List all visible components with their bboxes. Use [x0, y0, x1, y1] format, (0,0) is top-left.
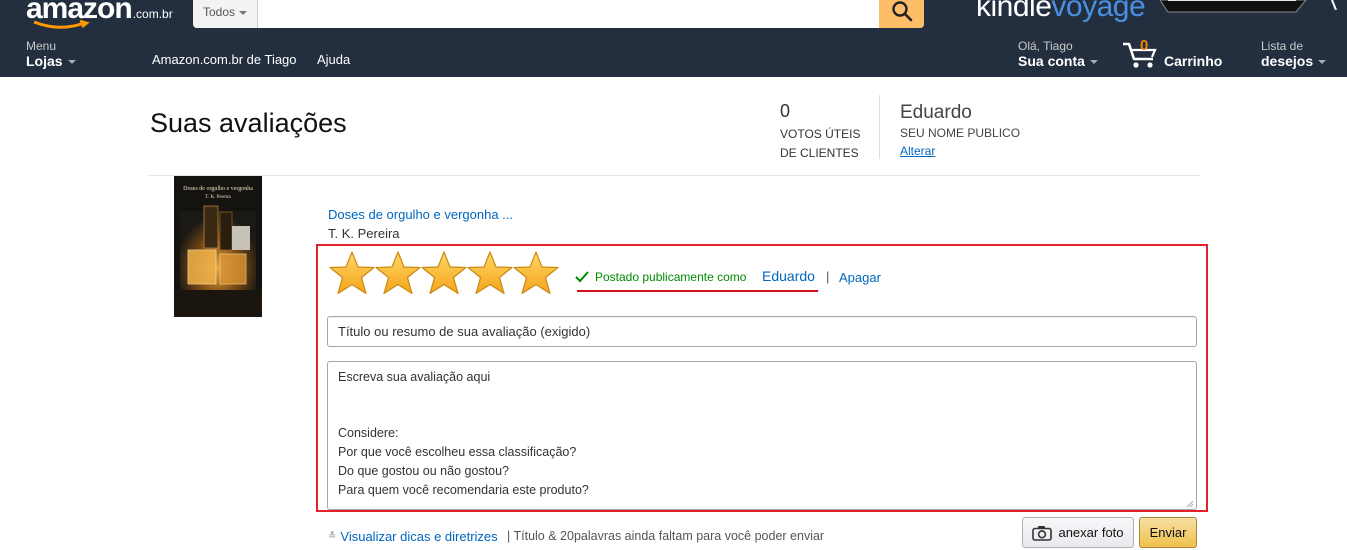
search-button[interactable] [879, 0, 924, 28]
chevron-down-icon [67, 60, 76, 65]
change-name-link[interactable]: Alterar [900, 144, 935, 158]
menu-small-label: Menu [26, 39, 57, 53]
camera-icon [1032, 525, 1053, 541]
chevron-down-icon [239, 10, 248, 15]
review-body-textarea[interactable] [327, 361, 1197, 510]
cart-count-badge: 0 [1140, 37, 1149, 54]
kindle-voyage-promo[interactable]: kindlevoyage [976, 0, 1146, 24]
chevron-double-down-icon: ≛ [328, 531, 337, 542]
submit-review-label: Enviar [1149, 525, 1187, 540]
star-icon[interactable] [513, 250, 559, 296]
shop-menu[interactable]: Lojas [26, 53, 76, 69]
product-author: T. K. Pereira [328, 226, 400, 241]
book-cover-image[interactable]: Doses de orgulho e vergonha T. K. Pereir… [174, 176, 262, 317]
promo-kindle-text: kindle [976, 0, 1052, 23]
helpful-votes-count: 0 [780, 101, 791, 121]
resize-handle-icon[interactable] [1185, 499, 1194, 508]
kindle-device-image [1159, 0, 1307, 13]
attach-photo-button[interactable]: anexar foto [1022, 517, 1134, 548]
delete-review-link[interactable]: Apagar [839, 270, 881, 285]
review-title-input[interactable] [327, 316, 1197, 347]
promo-voyage-text: voyage [1051, 0, 1146, 23]
helpful-votes-label-line1: VOTOS ÚTEIS [780, 127, 861, 141]
remaining-requirements-text: | Título & 20palavras ainda faltam para … [507, 529, 825, 543]
view-tips-label: Visualizar dicas e diretrizes [340, 529, 498, 544]
search-icon [891, 1, 912, 22]
chevron-down-icon [1318, 60, 1327, 65]
star-rating[interactable] [329, 250, 559, 296]
submit-review-button[interactable]: Enviar [1139, 517, 1197, 548]
wishlist-small-label: Lista de [1261, 39, 1304, 53]
posted-text: Postado publicamente como [595, 270, 747, 284]
cart-link[interactable]: Carrinho [1164, 53, 1222, 69]
separator: | [826, 269, 830, 284]
wishlist-menu[interactable]: desejos [1261, 53, 1327, 69]
shop-menu-label: Lojas [26, 53, 63, 69]
helpful-votes-label-line2: DE CLIENTES [780, 146, 859, 160]
search-category-label: Todos [203, 5, 236, 19]
logo-tld: .com.br [132, 7, 173, 21]
star-icon[interactable] [329, 250, 375, 296]
star-icon[interactable] [421, 250, 467, 296]
search-category-dropdown[interactable]: Todos [193, 0, 258, 28]
public-name: Eduardo [900, 102, 972, 123]
posted-underline-annotation [577, 290, 818, 292]
view-tips-link[interactable]: ≛ Visualizar dicas e diretrizes [328, 529, 498, 544]
cover-author-text: T. K. Pereira [205, 195, 231, 200]
page-title: Suas avaliações [150, 108, 347, 138]
attach-photo-label: anexar foto [1058, 525, 1124, 540]
account-menu-label: Sua conta [1018, 53, 1085, 69]
helpful-votes-label: VOTOS ÚTEIS DE CLIENTES [780, 125, 870, 163]
star-icon[interactable] [375, 250, 421, 296]
chevron-down-icon [1089, 60, 1098, 65]
search-bar: Todos [193, 0, 924, 28]
check-icon [575, 271, 589, 283]
account-greeting: Olá, Tiago [1018, 39, 1073, 53]
public-name-label: SEU NOME PUBLICO [900, 126, 1021, 140]
wishlist-menu-label: desejos [1261, 53, 1314, 69]
search-input[interactable] [259, 0, 879, 28]
edge-graphic-icon [1331, 0, 1337, 10]
top-navigation-bar: amazon.com.br Todos kindlevoyage Menu Lo… [0, 0, 1347, 77]
star-icon[interactable] [467, 250, 513, 296]
product-title-link[interactable]: Doses de orgulho e vergonha ... [328, 207, 513, 222]
help-link[interactable]: Ajuda [317, 52, 350, 67]
posted-name-link[interactable]: Eduardo [762, 268, 815, 284]
section-divider [148, 175, 1200, 176]
your-amazon-link[interactable]: Amazon.com.br de Tiago [152, 52, 297, 67]
posted-status: Postado publicamente como [575, 270, 746, 284]
vertical-divider [879, 95, 880, 159]
cover-title-text: Doses de orgulho e vergonha [183, 186, 253, 192]
logo-smile-icon [33, 20, 90, 29]
account-menu[interactable]: Sua conta [1018, 53, 1098, 69]
